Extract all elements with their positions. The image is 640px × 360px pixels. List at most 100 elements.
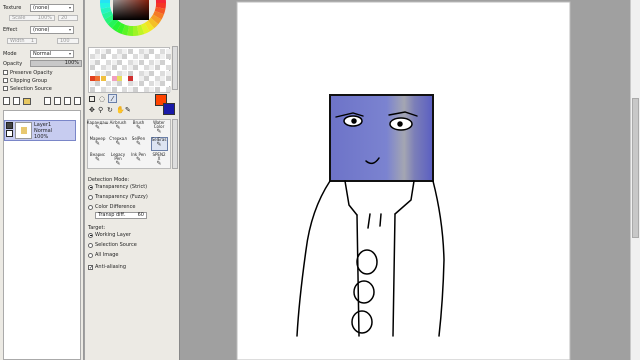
color-swatch[interactable] <box>117 70 122 76</box>
color-swatch[interactable] <box>117 81 122 87</box>
color-swatch[interactable] <box>106 54 112 60</box>
color-swatch[interactable] <box>100 76 106 81</box>
color-swatch[interactable] <box>154 49 160 54</box>
tool-airbrush[interactable]: Airbrush ✎ <box>110 121 127 135</box>
scroll-thumb[interactable] <box>632 98 639 238</box>
color-swatch[interactable] <box>144 81 149 87</box>
transparency-fuzzy-radio[interactable] <box>88 194 93 200</box>
color-swatch[interactable] <box>117 86 122 92</box>
color-swatch[interactable] <box>149 70 155 76</box>
color-swatch[interactable] <box>111 81 117 87</box>
effect-select[interactable]: (none) ▾ <box>30 25 74 34</box>
color-swatch[interactable] <box>160 49 166 54</box>
color-swatch[interactable] <box>138 86 144 92</box>
new-layer-icon[interactable] <box>3 97 10 105</box>
color-swatch[interactable] <box>100 70 106 76</box>
color-swatch[interactable] <box>90 59 95 65</box>
color-swatch[interactable] <box>138 70 144 76</box>
color-swatch[interactable] <box>106 76 112 81</box>
color-swatch[interactable] <box>165 76 171 81</box>
scale-slider[interactable]: Scale 100% <box>9 14 55 21</box>
color-swatch[interactable] <box>111 65 117 71</box>
tool-selpen[interactable]: SelPen ✎ <box>130 137 147 151</box>
color-swatch[interactable] <box>95 65 101 71</box>
color-swatch[interactable] <box>95 59 101 65</box>
tool-pencil[interactable]: Карандаш ✎ <box>87 121 109 135</box>
color-swatch[interactable] <box>165 65 171 71</box>
clipping-group-checkbox[interactable] <box>3 78 8 83</box>
color-swatch[interactable] <box>133 76 139 81</box>
hand-icon[interactable]: ✋ <box>116 106 125 114</box>
color-swatch[interactable] <box>106 70 112 76</box>
new-layer-set-icon[interactable] <box>13 97 20 105</box>
transparency-strict-radio[interactable] <box>88 184 93 190</box>
color-swatch[interactable] <box>138 65 144 71</box>
color-swatch[interactable] <box>117 65 122 71</box>
color-swatch[interactable] <box>111 76 117 81</box>
color-swatch[interactable] <box>144 65 149 71</box>
rotate-icon[interactable]: ↻ <box>107 106 113 114</box>
opacity-slider[interactable]: 100% <box>30 60 82 67</box>
layer-item[interactable]: Layer1 Normal 100% <box>4 120 76 141</box>
color-swatch[interactable] <box>154 86 160 92</box>
color-swatch[interactable] <box>127 59 133 65</box>
tool-legacy-pen[interactable]: Legacy Pen ✎ <box>110 153 127 167</box>
color-swatch[interactable] <box>133 70 139 76</box>
texture-select[interactable]: (none) ▾ <box>30 3 74 12</box>
color-swatch[interactable] <box>111 86 117 92</box>
tool-eraser[interactable]: Стеркал ✎ <box>109 137 127 151</box>
color-swatch[interactable] <box>149 65 155 71</box>
color-swatch[interactable] <box>144 54 149 60</box>
color-swatch[interactable] <box>149 59 155 65</box>
color-swatch[interactable] <box>127 54 133 60</box>
color-swatch[interactable] <box>90 70 95 76</box>
color-swatch[interactable] <box>122 65 128 71</box>
width-slider[interactable]: Width 1 <box>7 37 37 44</box>
color-difference-option[interactable]: Color Difference <box>88 203 135 211</box>
color-swatch[interactable] <box>144 70 149 76</box>
color-swatch[interactable] <box>149 86 155 92</box>
color-swatch[interactable] <box>90 65 95 71</box>
color-swatch[interactable] <box>133 49 139 54</box>
color-swatch[interactable] <box>127 49 133 54</box>
color-swatch[interactable] <box>95 86 101 92</box>
color-swatch[interactable] <box>133 65 139 71</box>
color-swatch[interactable] <box>133 54 139 60</box>
color-swatch[interactable] <box>149 54 155 60</box>
lasso-icon[interactable]: ◌ <box>99 95 105 103</box>
merge-down-icon[interactable] <box>54 97 61 105</box>
color-swatch[interactable] <box>138 59 144 65</box>
delete-layer-icon[interactable] <box>74 97 81 105</box>
color-swatch[interactable] <box>95 81 101 87</box>
color-swatch[interactable] <box>154 65 160 71</box>
color-swatch[interactable] <box>90 76 95 81</box>
anti-aliasing-checkbox[interactable] <box>88 264 93 270</box>
color-swatch[interactable] <box>111 59 117 65</box>
working-layer-option[interactable]: Working Layer <box>88 231 131 239</box>
color-swatch[interactable] <box>117 59 122 65</box>
eye-icon[interactable] <box>6 122 13 129</box>
selection-source-row[interactable]: Selection Source <box>3 85 52 92</box>
color-swatch[interactable] <box>122 49 128 54</box>
color-swatch[interactable] <box>149 76 155 81</box>
color-swatch[interactable] <box>90 81 95 87</box>
color-swatch[interactable] <box>122 59 128 65</box>
selection-source-checkbox[interactable] <box>3 86 8 91</box>
vertical-scrollbar[interactable] <box>630 0 640 360</box>
color-swatch[interactable] <box>95 54 101 60</box>
selection-source-option[interactable]: Selection Source <box>88 241 137 249</box>
color-swatch[interactable] <box>165 81 171 87</box>
color-swatch[interactable] <box>106 81 112 87</box>
color-swatch[interactable] <box>106 49 112 54</box>
color-swatch[interactable] <box>90 86 95 92</box>
secondary-color[interactable] <box>163 103 175 115</box>
color-swatch[interactable] <box>111 70 117 76</box>
tool-brush[interactable]: Brush ✎ <box>130 121 147 135</box>
color-swatch[interactable] <box>160 65 166 71</box>
color-swatch[interactable] <box>100 59 106 65</box>
color-swatch[interactable] <box>122 81 128 87</box>
color-swatch[interactable] <box>144 49 149 54</box>
color-swatch[interactable] <box>160 70 166 76</box>
color-wheel[interactable] <box>85 0 180 46</box>
color-swatch[interactable] <box>90 54 95 60</box>
